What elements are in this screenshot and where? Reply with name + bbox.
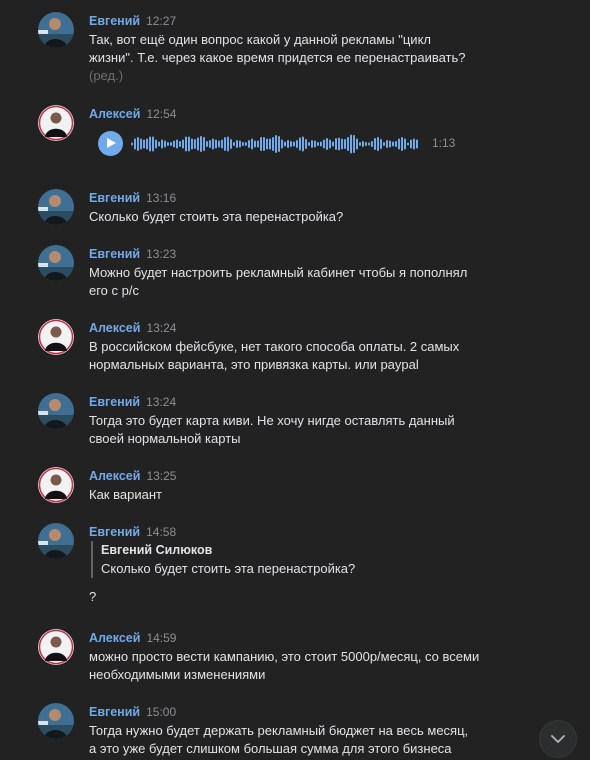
- message-time[interactable]: 13:24: [146, 321, 176, 335]
- avatar-evgeniy[interactable]: [38, 245, 74, 281]
- quoted-message[interactable]: Евгений Силюков Сколько будет стоить эта…: [91, 541, 355, 578]
- avatar-evgeniy[interactable]: [38, 12, 74, 48]
- text-line: своей нормальной карты: [89, 431, 241, 446]
- author-name[interactable]: Алексей: [89, 107, 140, 121]
- message-text: Тогда это будет карта киви. Не хочу нигд…: [89, 412, 489, 448]
- author-name[interactable]: Евгений: [89, 705, 140, 719]
- quote-text: Сколько будет стоить эта перенастройка?: [101, 561, 356, 576]
- message-header: Алексей 12:54: [89, 105, 176, 123]
- text-line: необходимыми изменениями: [89, 667, 266, 682]
- author-name[interactable]: Евгений: [89, 247, 140, 261]
- message-time[interactable]: 13:23: [146, 247, 176, 261]
- avatar-aleksey[interactable]: [38, 629, 74, 665]
- avatar-evgeniy[interactable]: [38, 703, 74, 739]
- voice-duration: 1:13: [432, 136, 456, 150]
- author-name[interactable]: Алексей: [89, 631, 140, 645]
- text-line: Так, вот ещё один вопрос какой у данной …: [89, 32, 431, 47]
- message-time[interactable]: 12:54: [146, 107, 176, 121]
- message-item: Евгений 12:27 Так, вот ещё один вопрос ка…: [0, 12, 590, 85]
- message-text: Можно будет настроить рекламный кабинет …: [89, 264, 489, 300]
- message-item: Алексей 14:59 можно просто вести кампанию…: [0, 629, 590, 684]
- author-name[interactable]: Алексей: [89, 469, 140, 483]
- message-item: Евгений 13:16 Сколько будет стоить эта пе…: [0, 189, 590, 229]
- message-item: Евгений 14:58 Евгений Силюков Сколько буд…: [0, 523, 590, 608]
- message-time[interactable]: 13:25: [146, 469, 176, 483]
- avatar-aleksey[interactable]: [38, 319, 74, 355]
- message-header: Евгений 13:23: [89, 245, 176, 263]
- avatar-aleksey[interactable]: [38, 105, 74, 141]
- author-name[interactable]: Евгений: [89, 395, 140, 409]
- message-time[interactable]: 13:16: [146, 191, 176, 205]
- text-line: его с р/с: [89, 283, 139, 298]
- text-line: Тогда нужно будет держать рекламный бюдж…: [89, 723, 469, 738]
- message-item: Алексей 12:54 1:13: [0, 105, 590, 165]
- message-header: Алексей 13:24: [89, 319, 176, 337]
- voice-waveform[interactable]: [131, 131, 421, 157]
- text-line: Тогда это будет карта киви. Не хочу нигд…: [89, 413, 455, 428]
- scroll-down-button[interactable]: [539, 720, 577, 758]
- text-line: В российском фейсбуке, нет такого способ…: [89, 339, 460, 354]
- message-time[interactable]: 14:58: [146, 525, 176, 539]
- message-item: Алексей 13:24 В российском фейсбуке, нет …: [0, 319, 590, 374]
- text-line: Сколько будет стоить эта перенастройка?: [89, 209, 344, 224]
- message-time[interactable]: 12:27: [146, 14, 176, 28]
- message-header: Алексей 14:59: [89, 629, 176, 647]
- text-line: а это уже будет слишком большая сумма дл…: [89, 741, 452, 756]
- text-line: Как вариант: [89, 487, 162, 502]
- message-item: Евгений 13:24 Тогда это будет карта киви.…: [0, 393, 590, 448]
- message-time[interactable]: 13:24: [146, 395, 176, 409]
- avatar-evgeniy[interactable]: [38, 189, 74, 225]
- author-name[interactable]: Евгений: [89, 525, 140, 539]
- quote-author: Евгений Силюков: [101, 543, 213, 557]
- text-line: можно просто вести кампанию, это стоит 5…: [89, 649, 480, 664]
- message-text: Как вариант: [89, 486, 489, 504]
- message-text: Тогда нужно будет держать рекламный бюдж…: [89, 722, 489, 758]
- author-name[interactable]: Алексей: [89, 321, 140, 335]
- message-time[interactable]: 15:00: [146, 705, 176, 719]
- message-header: Евгений 13:24: [89, 393, 176, 411]
- voice-message: 1:13: [98, 131, 478, 157]
- chevron-down-icon: [551, 735, 565, 743]
- message-header: Евгений 13:16: [89, 189, 176, 207]
- avatar-evgeniy[interactable]: [38, 393, 74, 429]
- message-text: Сколько будет стоить эта перенастройка?: [89, 208, 489, 226]
- message-header: Евгений 12:27: [89, 12, 176, 30]
- text-line: Можно будет настроить рекламный кабинет …: [89, 265, 468, 280]
- message-item: Евгений 15:00 Тогда нужно будет держать р…: [0, 703, 590, 760]
- message-text: ?: [89, 588, 489, 606]
- message-header: Евгений 15:00: [89, 703, 176, 721]
- text-line: жизни". Т.е. через какое время придется …: [89, 50, 466, 65]
- message-text: можно просто вести кампанию, это стоит 5…: [89, 648, 489, 684]
- message-item: Алексей 13:25 Как вариант: [0, 467, 590, 507]
- author-name[interactable]: Евгений: [89, 14, 140, 28]
- message-header: Евгений 14:58: [89, 523, 176, 541]
- avatar-aleksey[interactable]: [38, 467, 74, 503]
- text-line: ?: [89, 589, 97, 604]
- edited-label: (ред.): [89, 68, 124, 83]
- avatar-evgeniy[interactable]: [38, 523, 74, 559]
- message-item: Евгений 13:23 Можно будет настроить рекла…: [0, 245, 590, 300]
- message-time[interactable]: 14:59: [146, 631, 176, 645]
- message-header: Алексей 13:25: [89, 467, 176, 485]
- play-icon[interactable]: [98, 131, 123, 156]
- author-name[interactable]: Евгений: [89, 191, 140, 205]
- message-text: В российском фейсбуке, нет такого способ…: [89, 338, 489, 374]
- text-line: нормальных варианта, это привязка карты.…: [89, 357, 419, 372]
- message-text: Так, вот ещё один вопрос какой у данной …: [89, 31, 489, 85]
